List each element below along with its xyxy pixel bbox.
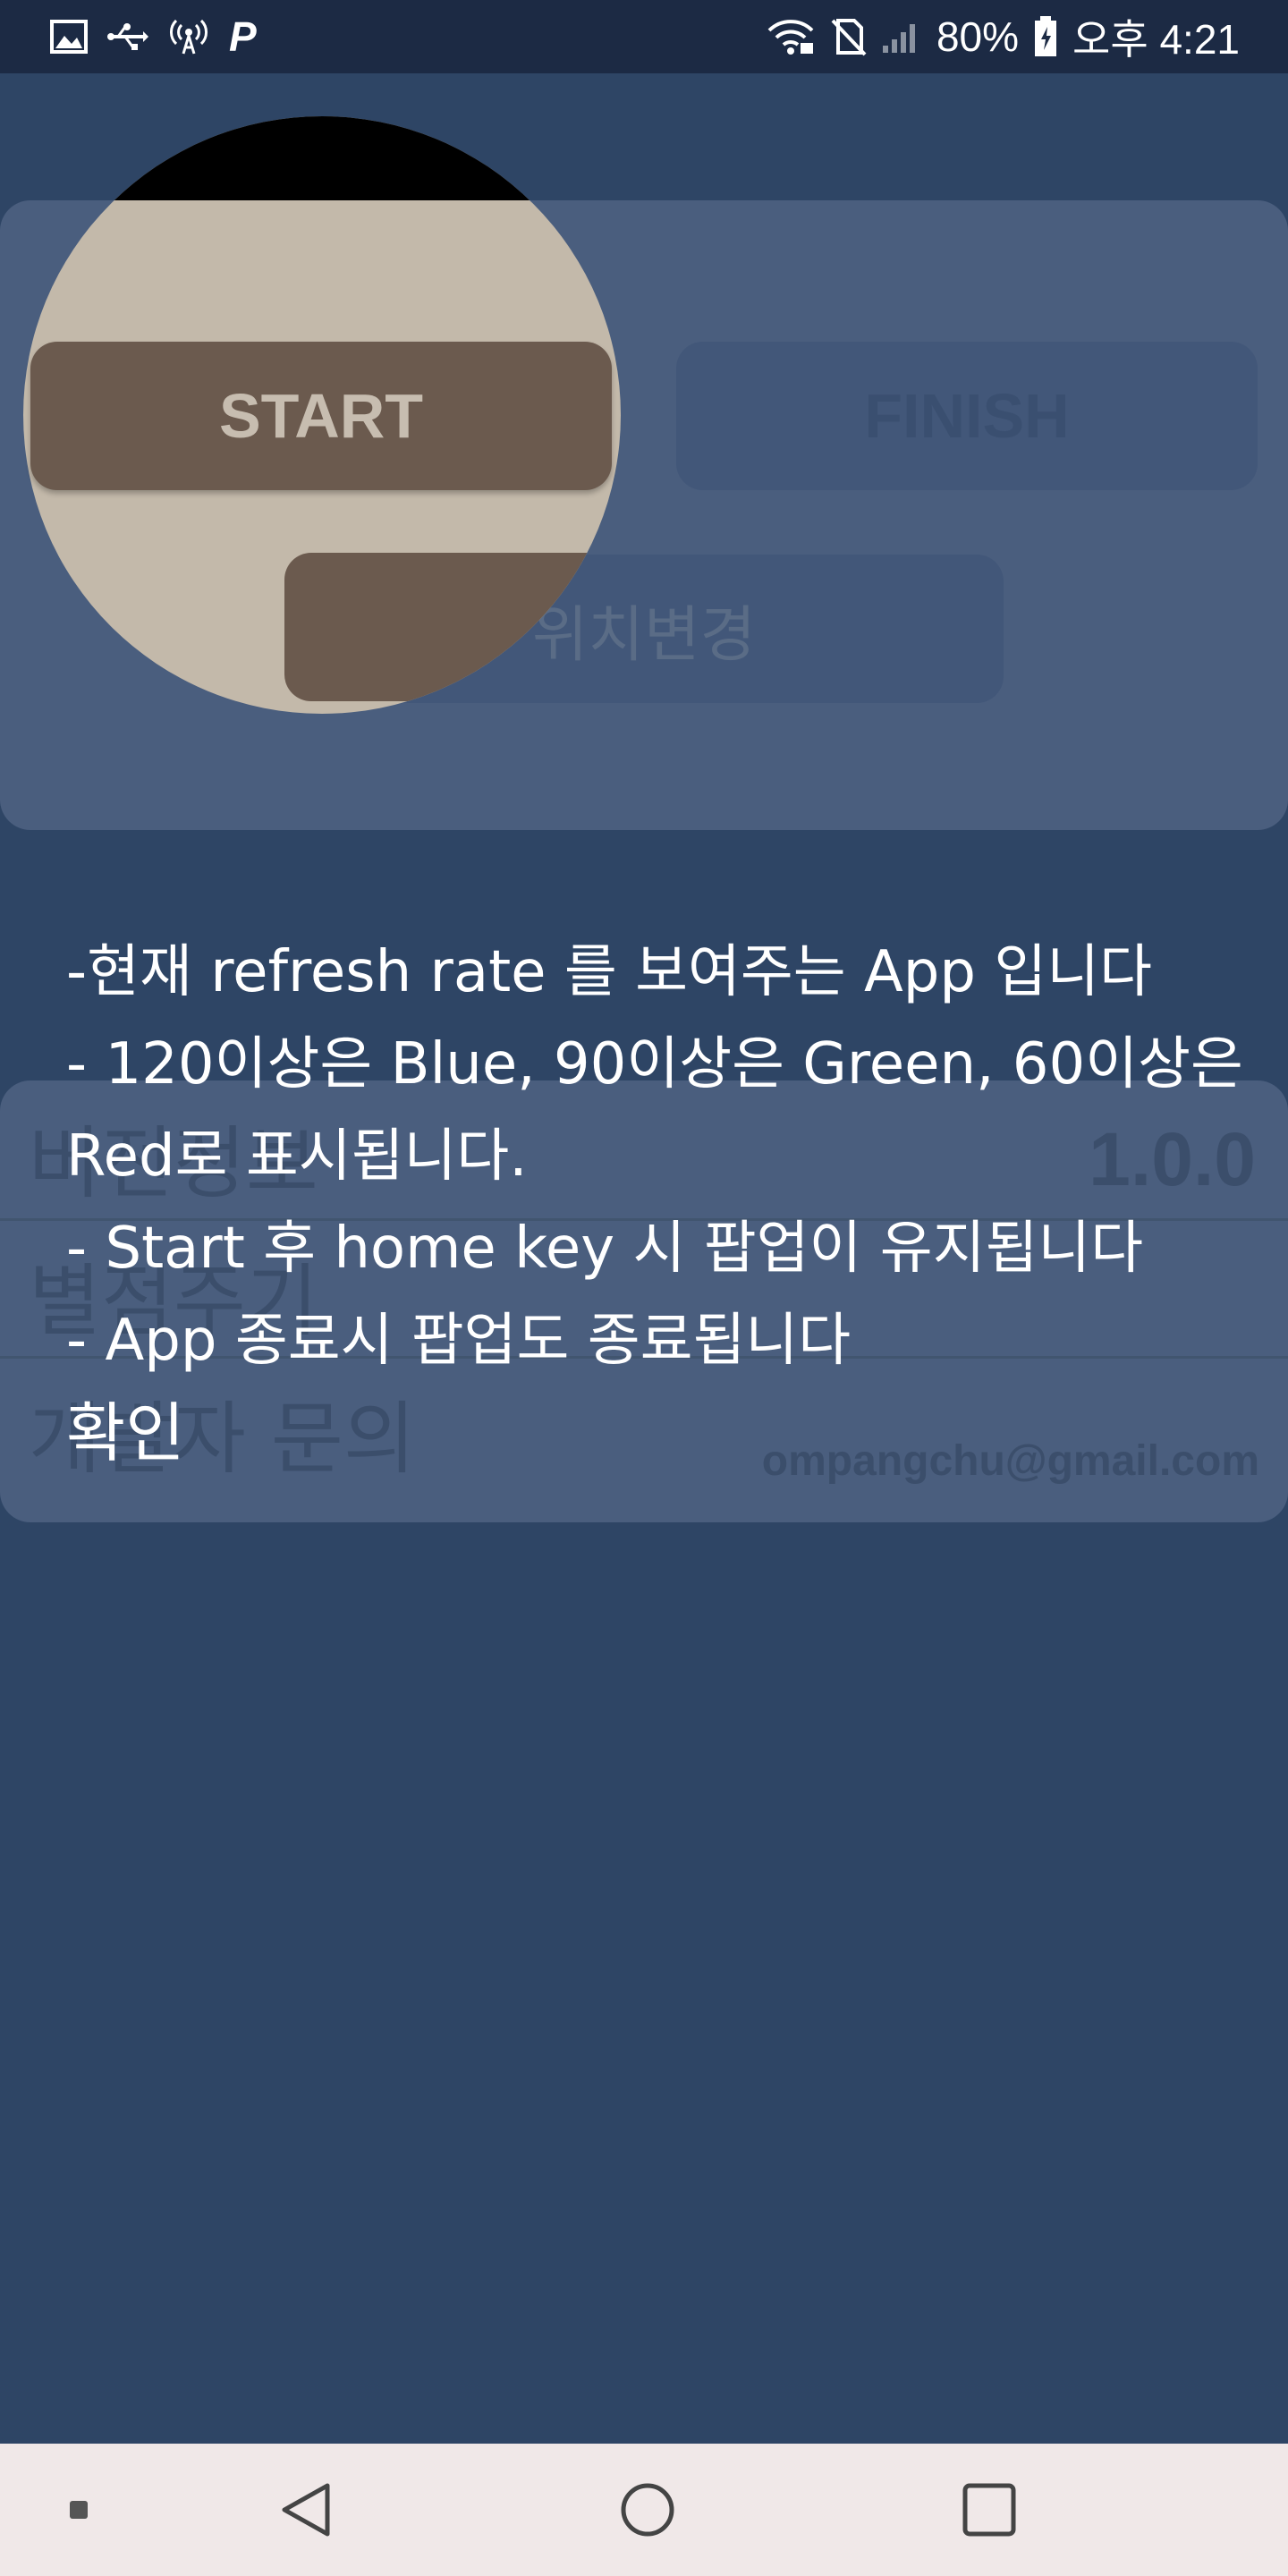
dialog-line: - 120이상은 Blue, 90이상은 Green, 60이상은	[66, 1031, 1243, 1097]
back-icon[interactable]	[268, 2444, 343, 2576]
magnifier-black-band	[23, 116, 621, 200]
start-button[interactable]: START	[30, 342, 612, 490]
dialog-line: Red로 표시됩니다.	[66, 1123, 528, 1190]
dialog-line: - App 종료시 팝업도 종료됩니다	[66, 1308, 852, 1374]
usb-icon	[107, 21, 148, 52]
magnifier-button-fragment	[284, 553, 621, 701]
home-icon[interactable]	[610, 2444, 685, 2576]
small-square-icon[interactable]	[54, 2444, 104, 2576]
finish-button[interactable]: FINISH	[676, 342, 1258, 490]
battery-percent: 80%	[936, 13, 1020, 60]
image-icon	[50, 20, 88, 54]
clock: 오후 4:21	[1072, 16, 1240, 63]
no-sim-icon	[829, 17, 867, 56]
dialog-line: -현재 refresh rate 를 보여주는 App 입니다	[66, 939, 1152, 1005]
p-app-icon: P	[229, 13, 257, 60]
recents-icon[interactable]	[952, 2444, 1027, 2576]
dialog-line: - Start 후 home key 시 팝업이 유지됩니다	[66, 1216, 1144, 1282]
info-dialog: -현재 refresh rate 를 보여주는 App 입니다 - 120이상은…	[66, 927, 1265, 1479]
battery-charging-icon	[1033, 16, 1058, 57]
wifi-icon	[767, 18, 815, 55]
hotspot-icon	[168, 18, 209, 55]
status-left-icons: P	[50, 0, 257, 73]
status-bar: P 80% 오후 4:21	[0, 0, 1288, 73]
status-right-icons: 80% 오후 4:21	[767, 0, 1240, 73]
signal-icon	[881, 19, 922, 55]
confirm-button[interactable]: 확인	[66, 1387, 184, 1479]
navigation-bar	[0, 2444, 1288, 2576]
